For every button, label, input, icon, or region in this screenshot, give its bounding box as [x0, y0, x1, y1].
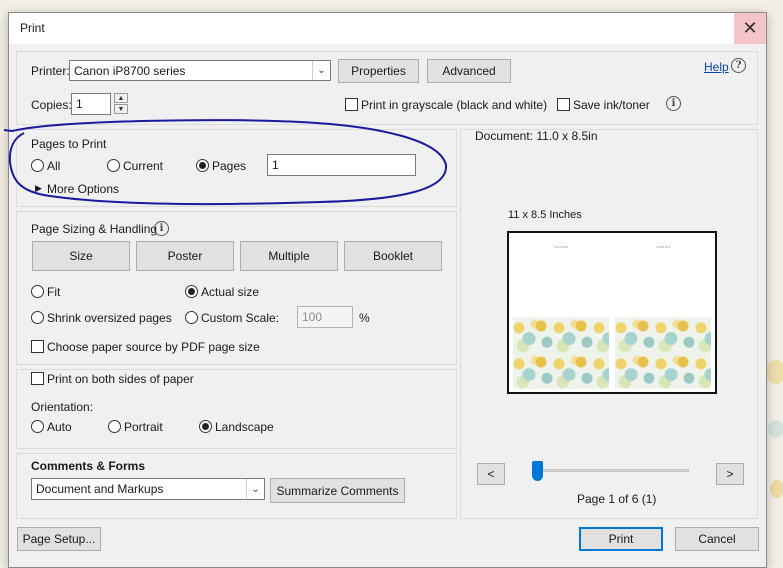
copies-increment[interactable]: ▲: [114, 93, 128, 103]
paper-source-label: Choose paper source by PDF page size: [47, 340, 260, 354]
chevron-down-icon: ⌄: [246, 479, 264, 499]
auto-label: Auto: [47, 420, 72, 434]
both-sides-label: Print on both sides of paper: [47, 372, 194, 386]
page-setup-button[interactable]: Page Setup...: [17, 527, 101, 551]
page-sizing-heading: Page Sizing & Handling: [31, 222, 158, 236]
landscape-radio[interactable]: [199, 420, 212, 433]
custom-scale-value: 100: [302, 310, 323, 324]
title-bar: Print ✕: [9, 13, 766, 44]
copies-input[interactable]: 1: [71, 93, 111, 115]
sheet-heading-mark: ~~~~~: [553, 245, 569, 251]
shrink-label: Shrink oversized pages: [47, 311, 172, 325]
tab-booklet[interactable]: Booklet: [344, 241, 442, 271]
window-title: Print: [20, 21, 45, 35]
both-sides-checkbox[interactable]: [31, 372, 44, 385]
custom-scale-radio[interactable]: [185, 311, 198, 324]
background-decoration: [768, 420, 783, 438]
sheet-heading-mark: ~~~~~: [655, 245, 671, 251]
paper-source-checkbox[interactable]: [31, 340, 44, 353]
close-icon: ✕: [742, 18, 758, 38]
info-icon[interactable]: i: [154, 221, 169, 236]
portrait-label: Portrait: [124, 420, 163, 434]
orientation-label: Orientation:: [31, 400, 94, 414]
pages-range-value: 1: [272, 158, 279, 172]
printer-value: Canon iP8700 series: [74, 63, 186, 78]
actual-size-radio[interactable]: [185, 285, 198, 298]
tab-poster[interactable]: Poster: [136, 241, 234, 271]
printer-label: Printer:: [31, 64, 70, 78]
document-size: Document: 11.0 x 8.5in: [475, 129, 598, 143]
page-slider-thumb[interactable]: [532, 461, 543, 481]
advanced-button[interactable]: Advanced: [427, 59, 511, 83]
info-icon[interactable]: i: [666, 96, 681, 111]
print-button[interactable]: Print: [579, 527, 663, 551]
page-preview: ~~~~~ ~~~~~: [507, 231, 717, 394]
landscape-label: Landscape: [215, 420, 274, 434]
close-button[interactable]: ✕: [734, 13, 766, 44]
page-slider-track[interactable]: [535, 469, 689, 472]
prev-page-button[interactable]: <: [477, 463, 505, 485]
tab-multiple[interactable]: Multiple: [240, 241, 338, 271]
actual-size-label: Actual size: [201, 285, 260, 299]
expand-icon[interactable]: ▶: [35, 183, 42, 194]
copies-decrement[interactable]: ▼: [114, 104, 128, 114]
fit-radio[interactable]: [31, 285, 44, 298]
chevron-down-icon: ⌄: [312, 61, 330, 80]
copies-label: Copies:: [31, 98, 72, 112]
help-icon[interactable]: ?: [731, 58, 746, 73]
print-dialog: Print ✕ Printer: Canon iP8700 series ⌄ P…: [8, 12, 767, 568]
pages-to-print-heading: Pages to Print: [31, 137, 107, 151]
properties-button[interactable]: Properties: [338, 59, 419, 83]
grayscale-label: Print in grayscale (black and white): [361, 98, 548, 112]
comments-forms-value: Document and Markups: [36, 482, 164, 496]
percent-label: %: [359, 311, 370, 325]
current-label: Current: [123, 159, 164, 173]
fit-label: Fit: [47, 285, 61, 299]
custom-scale-label: Custom Scale:: [201, 311, 280, 325]
all-radio[interactable]: [31, 159, 44, 172]
preview-sheet-left: ~~~~~: [513, 237, 609, 389]
preview-sheet-right: ~~~~~: [615, 237, 711, 389]
next-page-button[interactable]: >: [716, 463, 744, 485]
shrink-radio[interactable]: [31, 311, 44, 324]
butterfly-pattern: [615, 317, 711, 389]
all-label: All: [47, 159, 61, 173]
grayscale-checkbox[interactable]: [345, 98, 358, 111]
background-decoration: [766, 360, 783, 384]
comments-forms-select[interactable]: Document and Markups ⌄: [31, 478, 265, 500]
current-radio[interactable]: [107, 159, 120, 172]
custom-scale-input[interactable]: 100: [297, 306, 353, 328]
cancel-button[interactable]: Cancel: [675, 527, 759, 551]
pages-radio[interactable]: [196, 159, 209, 172]
butterfly-pattern: [513, 317, 609, 389]
pages-range-input[interactable]: 1: [267, 154, 416, 176]
comments-forms-heading: Comments & Forms: [31, 459, 146, 473]
summarize-comments-button[interactable]: Summarize Comments: [270, 478, 405, 503]
help-link[interactable]: Help: [704, 60, 729, 74]
copies-value: 1: [76, 97, 83, 111]
background-decoration: [770, 480, 783, 498]
save-ink-label: Save ink/toner: [573, 98, 650, 112]
paper-size: 11 x 8.5 Inches: [508, 209, 582, 221]
printer-select[interactable]: Canon iP8700 series ⌄: [69, 60, 331, 81]
page-indicator: Page 1 of 6 (1): [577, 492, 657, 506]
auto-radio[interactable]: [31, 420, 44, 433]
more-options-link[interactable]: More Options: [47, 182, 119, 196]
pages-label: Pages: [212, 159, 247, 173]
save-ink-checkbox[interactable]: [557, 98, 570, 111]
tab-size[interactable]: Size: [32, 241, 130, 271]
portrait-radio[interactable]: [108, 420, 121, 433]
